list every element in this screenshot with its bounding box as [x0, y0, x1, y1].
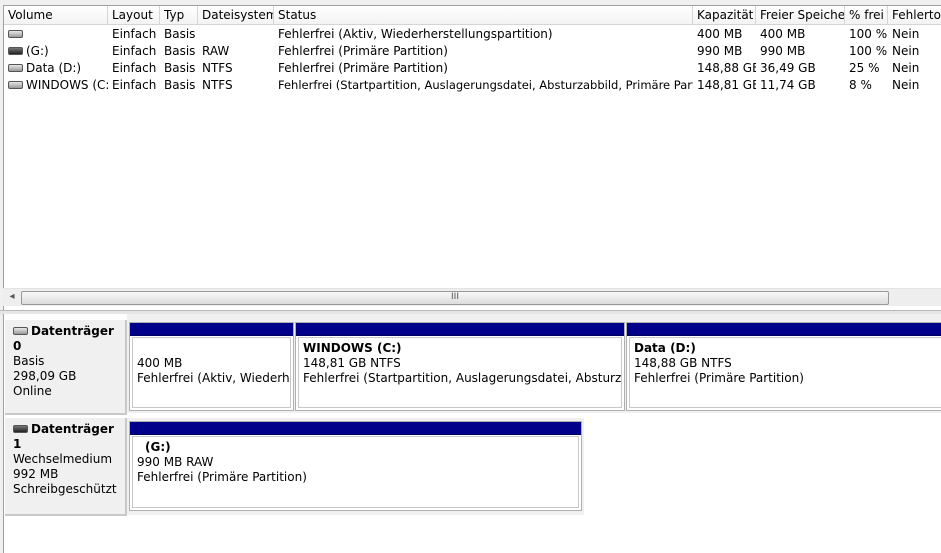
volume-type: Basis — [164, 27, 196, 41]
partition-content: (G:) 990 MB RAW Fehlerfrei (Primäre Part… — [132, 436, 579, 508]
volume-list-header: Volume Layout Typ Dateisystem Status Kap… — [4, 6, 941, 25]
disk-size: 298,09 GB — [13, 369, 77, 383]
partition-size: 148,81 GB NTFS — [303, 356, 401, 370]
disk-state: Schreibgeschützt — [13, 482, 117, 496]
partition-bar — [296, 323, 624, 336]
horizontal-scrollbar[interactable]: ◂ III — [3, 288, 941, 306]
volume-free-space: 400 MB — [760, 27, 806, 41]
volume-fault-tolerance: Nein — [892, 27, 920, 41]
volume-type: Basis — [164, 44, 196, 58]
partition-size: 990 MB RAW — [137, 455, 214, 469]
volume-type: Basis — [164, 78, 196, 92]
drive-icon — [8, 80, 23, 89]
volume-percent-free: 100 % — [849, 44, 888, 58]
partition-title: Data (D:) — [634, 341, 696, 355]
volume-name-cell — [4, 26, 108, 43]
drive-icon — [8, 63, 23, 72]
partition-title — [137, 341, 290, 356]
column-header-fault-tolerance[interactable]: Fehlertole — [888, 6, 941, 24]
volume-free-space: 11,74 GB — [760, 78, 816, 92]
partition-status: Fehlerfrei (Startpartition, Auslagerungs… — [303, 371, 622, 385]
partition-content: WINDOWS (C:) 148,81 GB NTFS Fehlerfrei (… — [298, 337, 622, 408]
partition-content: 400 MB Fehlerfrei (Aktiv, Wiederherst — [132, 337, 291, 408]
column-header-capacity[interactable]: Kapazität — [693, 6, 756, 24]
column-header-type[interactable]: Typ — [160, 6, 198, 24]
volume-fault-tolerance: Nein — [892, 44, 920, 58]
volume-status: Fehlerfrei (Primäre Partition) — [278, 44, 448, 58]
volume-name: (G:) — [26, 44, 49, 58]
column-header-volume[interactable]: Volume — [4, 6, 108, 24]
volume-row[interactable]: WINDOWS (C:) Einfach Basis NTFS Fehlerfr… — [4, 77, 941, 94]
volume-fault-tolerance: Nein — [892, 61, 920, 75]
disk-title: Datenträger 0 — [13, 324, 114, 353]
disk-0-label[interactable]: Datenträger 0 Basis 298,09 GB Online — [5, 320, 127, 415]
volume-layout: Einfach — [112, 44, 157, 58]
volume-type: Basis — [164, 61, 196, 75]
volume-percent-free: 100 % — [849, 27, 888, 41]
volume-layout: Einfach — [112, 78, 157, 92]
partition-status: Fehlerfrei (Aktiv, Wiederherst — [137, 371, 290, 385]
volume-filesystem: RAW — [202, 44, 230, 58]
volume-status: Fehlerfrei (Aktiv, Wiederherstellungspar… — [278, 27, 553, 41]
volume-capacity: 990 MB — [697, 44, 743, 58]
scroll-left-arrow-icon[interactable]: ◂ — [5, 289, 19, 306]
volume-capacity: 148,88 GB — [697, 61, 756, 75]
disk-1-label[interactable]: Datenträger 1 Wechselmedium 992 MB Schre… — [5, 418, 127, 516]
volume-name: Data (D:) — [26, 61, 82, 75]
volume-filesystem: NTFS — [202, 61, 233, 75]
volume-name-cell: (G:) — [4, 43, 108, 60]
partition-content: Data (D:) 148,88 GB NTFS Fehlerfrei (Pri… — [629, 337, 941, 408]
volume-name: WINDOWS (C:) — [26, 78, 108, 92]
disk-size: 992 MB — [13, 467, 59, 481]
partition-bar — [130, 323, 293, 336]
volume-name-cell: WINDOWS (C:) — [4, 77, 108, 94]
volume-row[interactable]: (G:) Einfach Basis RAW Fehlerfrei (Primä… — [4, 43, 941, 60]
partition-status: Fehlerfrei (Primäre Partition) — [634, 371, 804, 385]
disk-state: Online — [13, 384, 52, 398]
scrollbar-thumb[interactable]: III — [21, 291, 889, 305]
partition-status: Fehlerfrei (Primäre Partition) — [137, 470, 307, 484]
column-header-filesystem[interactable]: Dateisystem — [198, 6, 274, 24]
disk-type: Basis — [13, 354, 45, 368]
partition-size: 400 MB — [137, 356, 183, 370]
volume-free-space: 990 MB — [760, 44, 806, 58]
partition-title: (G:) — [145, 440, 171, 454]
volume-capacity: 148,81 GB — [697, 78, 756, 92]
volume-percent-free: 25 % — [849, 61, 880, 75]
volume-name-cell: Data (D:) — [4, 60, 108, 77]
volume-list: Volume Layout Typ Dateisystem Status Kap… — [3, 5, 941, 311]
drive-icon — [13, 326, 28, 335]
column-header-status[interactable]: Status — [274, 6, 693, 24]
removable-drive-icon — [13, 424, 28, 433]
partition-g[interactable]: (G:) 990 MB RAW Fehlerfrei (Primäre Part… — [129, 421, 582, 511]
volume-filesystem — [198, 26, 274, 43]
volume-status: Fehlerfrei (Primäre Partition) — [278, 61, 448, 75]
volume-row[interactable]: Einfach Basis Fehlerfrei (Aktiv, Wiederh… — [4, 26, 941, 43]
disk-type: Wechselmedium — [13, 452, 113, 466]
partition-size: 148,88 GB NTFS — [634, 356, 732, 370]
volume-status: Fehlerfrei (Startpartition, Auslagerungs… — [278, 78, 693, 92]
partition-bar — [627, 323, 941, 336]
volume-capacity: 400 MB — [697, 27, 743, 41]
partition-windows-c[interactable]: WINDOWS (C:) 148,81 GB NTFS Fehlerfrei (… — [295, 322, 625, 411]
column-header-percent-free[interactable]: % frei — [845, 6, 888, 24]
partition-title: WINDOWS (C:) — [303, 341, 402, 355]
volume-filesystem: NTFS — [202, 78, 233, 92]
column-header-layout[interactable]: Layout — [108, 6, 160, 24]
volume-fault-tolerance: Nein — [892, 78, 920, 92]
partition-data-d[interactable]: Data (D:) 148,88 GB NTFS Fehlerfrei (Pri… — [626, 322, 941, 411]
volume-layout: Einfach — [112, 61, 157, 75]
disk-title: Datenträger 1 — [13, 422, 114, 451]
volume-free-space: 36,49 GB — [760, 61, 816, 75]
disk-map: Datenträger 0 Basis 298,09 GB Online 400… — [3, 314, 941, 553]
removable-drive-icon — [8, 46, 23, 55]
volume-row[interactable]: Data (D:) Einfach Basis NTFS Fehlerfrei … — [4, 60, 941, 77]
partition-recovery[interactable]: 400 MB Fehlerfrei (Aktiv, Wiederherst — [129, 322, 294, 411]
volume-percent-free: 8 % — [849, 78, 872, 92]
volume-layout: Einfach — [112, 27, 157, 41]
column-header-free-space[interactable]: Freier Speicher — [756, 6, 845, 24]
drive-icon — [8, 29, 23, 38]
partition-bar — [130, 422, 581, 435]
